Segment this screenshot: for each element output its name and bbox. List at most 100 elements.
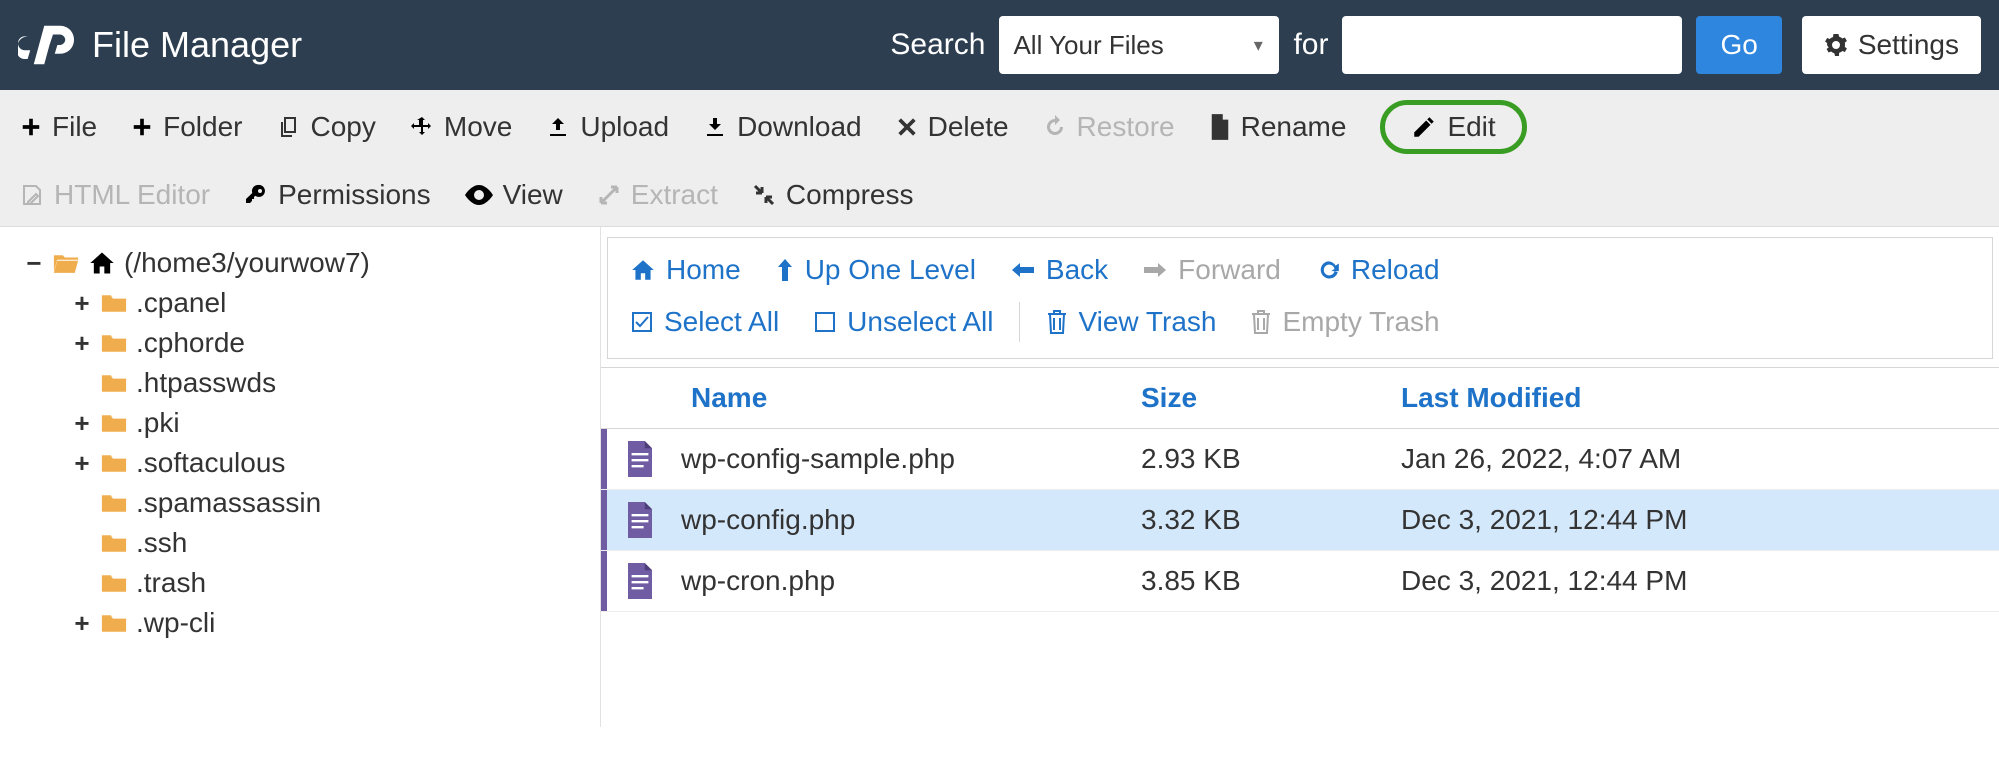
- upload-button[interactable]: Upload: [546, 111, 669, 143]
- table-header: Name Size Last Modified: [601, 367, 1999, 429]
- move-button[interactable]: Move: [410, 111, 512, 143]
- tree-item[interactable]: .ssh: [72, 523, 588, 563]
- tree-root[interactable]: − (/home3/yourwow7): [24, 243, 588, 283]
- tree-item-label: .cphorde: [136, 327, 245, 359]
- file-modified: Jan 26, 2022, 4:07 AM: [1391, 443, 1999, 475]
- folder-icon: [100, 372, 128, 394]
- table-row[interactable]: wp-config.php3.32 KBDec 3, 2021, 12:44 P…: [601, 490, 1999, 551]
- compress-button[interactable]: Compress: [752, 179, 914, 211]
- folder-icon: [100, 292, 128, 314]
- reload-icon: [1315, 257, 1341, 283]
- file-icon: [1209, 114, 1231, 140]
- tree-item[interactable]: .trash: [72, 563, 588, 603]
- restore-button: Restore: [1043, 111, 1175, 143]
- chevron-down-icon: ▾: [1254, 35, 1263, 56]
- rename-button[interactable]: Rename: [1209, 111, 1347, 143]
- copy-button[interactable]: Copy: [277, 111, 376, 143]
- view-button[interactable]: View: [465, 179, 563, 211]
- delete-button[interactable]: Delete: [896, 111, 1009, 143]
- collapse-icon[interactable]: −: [24, 248, 44, 279]
- col-modified[interactable]: Last Modified: [1391, 382, 1999, 414]
- table-row[interactable]: wp-config-sample.php 2.93 KBJan 26, 2022,…: [601, 429, 1999, 490]
- row-accent: [601, 551, 607, 611]
- gear-icon: [1824, 33, 1848, 57]
- app-title: File Manager: [92, 24, 302, 66]
- php-file-icon: [625, 563, 655, 599]
- trash-icon: [1046, 309, 1068, 335]
- edit-doc-icon: [20, 183, 44, 207]
- separator: [1019, 302, 1020, 342]
- compress-icon: [752, 183, 776, 207]
- tree-item-label: .htpasswds: [136, 367, 276, 399]
- extract-icon: [597, 183, 621, 207]
- eye-icon: [465, 185, 493, 205]
- for-label: for: [1293, 28, 1328, 62]
- file-name: wp-config-sample.php: [681, 443, 955, 475]
- content-pane: Home Up One Level Back Forward Reload: [600, 227, 1999, 727]
- main-pane: − (/home3/yourwow7) +.cpanel+.cphorde.ht…: [0, 227, 1999, 727]
- tree-item[interactable]: + .cphorde: [72, 323, 588, 363]
- square-icon: [813, 310, 837, 334]
- copy-icon: [277, 115, 301, 139]
- search-scope-select[interactable]: All Your Files ▾: [999, 16, 1279, 74]
- expand-icon[interactable]: +: [72, 408, 92, 439]
- tree-item[interactable]: + .wp-cli: [72, 603, 588, 643]
- permissions-button[interactable]: Permissions: [244, 179, 430, 211]
- file-button[interactable]: File: [20, 111, 97, 143]
- expand-icon[interactable]: +: [72, 608, 92, 639]
- expand-icon[interactable]: +: [72, 448, 92, 479]
- download-button[interactable]: Download: [703, 111, 862, 143]
- x-icon: [896, 116, 918, 138]
- nav-forward: Forward: [1142, 254, 1281, 286]
- arrow-left-icon: [1010, 260, 1036, 280]
- nav-up[interactable]: Up One Level: [775, 254, 976, 286]
- restore-icon: [1043, 115, 1067, 139]
- col-name[interactable]: Name: [601, 382, 1141, 414]
- tree-item[interactable]: .htpasswds: [72, 363, 588, 403]
- edit-button[interactable]: Edit: [1380, 100, 1526, 154]
- tree-item[interactable]: + .softaculous: [72, 443, 588, 483]
- row-accent: [601, 429, 607, 489]
- unselect-all-button[interactable]: Unselect All: [813, 306, 993, 338]
- plus-icon: [131, 116, 153, 138]
- arrow-right-icon: [1142, 260, 1168, 280]
- folder-icon: [100, 332, 128, 354]
- extract-button: Extract: [597, 179, 718, 211]
- folder-open-icon: [52, 252, 80, 274]
- tree-root-label: (/home3/yourwow7): [124, 247, 370, 279]
- nav-reload[interactable]: Reload: [1315, 254, 1440, 286]
- tree-item-label: .pki: [136, 407, 180, 439]
- download-icon: [703, 115, 727, 139]
- search-input[interactable]: [1342, 16, 1682, 74]
- select-all-button[interactable]: Select All: [630, 306, 779, 338]
- go-button[interactable]: Go: [1696, 16, 1781, 74]
- move-icon: [410, 115, 434, 139]
- nav-home[interactable]: Home: [630, 254, 741, 286]
- plus-icon: [20, 116, 42, 138]
- folder-icon: [100, 452, 128, 474]
- expand-icon[interactable]: +: [72, 328, 92, 359]
- file-modified: Dec 3, 2021, 12:44 PM: [1391, 565, 1999, 597]
- file-size: 2.93 KB: [1141, 443, 1391, 475]
- nav-back[interactable]: Back: [1010, 254, 1108, 286]
- view-trash-button[interactable]: View Trash: [1046, 306, 1216, 338]
- table-row[interactable]: wp-cron.php 3.85 KBDec 3, 2021, 12:44 PM: [601, 551, 1999, 612]
- tree-item-label: .spamassassin: [136, 487, 321, 519]
- settings-button[interactable]: Settings: [1802, 16, 1981, 74]
- tree-item[interactable]: .spamassassin: [72, 483, 588, 523]
- file-size: 3.85 KB: [1141, 565, 1391, 597]
- settings-label: Settings: [1858, 29, 1959, 61]
- col-size[interactable]: Size: [1141, 382, 1391, 414]
- tree-item-label: .softaculous: [136, 447, 285, 479]
- file-name: wp-cron.php: [681, 565, 835, 597]
- tree-item-label: .wp-cli: [136, 607, 215, 639]
- folder-button[interactable]: Folder: [131, 111, 242, 143]
- tree-item[interactable]: + .pki: [72, 403, 588, 443]
- app-logo: File Manager: [18, 17, 302, 73]
- php-file-icon: [625, 502, 655, 538]
- file-table: Name Size Last Modified wp-config-sample…: [601, 367, 1999, 612]
- row-accent: [601, 490, 607, 550]
- search-bar: Search All Your Files ▾ for Go: [890, 16, 1781, 74]
- tree-item[interactable]: +.cpanel: [72, 283, 588, 323]
- expand-icon[interactable]: +: [72, 288, 92, 319]
